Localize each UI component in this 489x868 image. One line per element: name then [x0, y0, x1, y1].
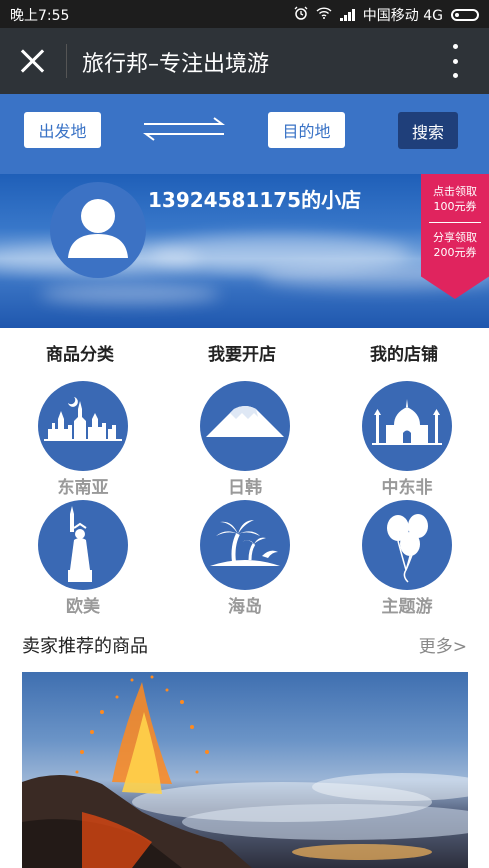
category-europe-america[interactable]: 欧美: [38, 500, 128, 617]
more-menu-button[interactable]: [451, 44, 459, 78]
category-japan-korea[interactable]: 日韩: [200, 381, 290, 498]
taj-mahal-icon: [362, 381, 452, 471]
recommended-product-image[interactable]: [22, 672, 468, 868]
recommended-section-title: 卖家推荐的商品: [22, 636, 148, 657]
destination-button[interactable]: 目的地: [268, 112, 345, 148]
swap-arrows-icon[interactable]: [142, 114, 226, 144]
shop-name: 13924581175的小店: [148, 188, 362, 212]
carrier-label: 中国移动 4G: [362, 8, 443, 24]
tab-open-shop[interactable]: 我要开店: [208, 340, 276, 365]
category-islands[interactable]: 海岛: [200, 500, 290, 617]
shop-tabs: 商品分类 我要开店 我的店铺: [0, 340, 489, 370]
alarm-icon: [294, 6, 308, 24]
category-label: 欧美: [66, 597, 100, 617]
coupon1-line1: 点击领取: [433, 185, 477, 198]
category-label: 东南亚: [57, 478, 109, 498]
mount-fuji-icon: [200, 381, 290, 471]
title-separator: [66, 44, 67, 78]
balloons-icon: [362, 500, 452, 590]
coupon-divider: [429, 222, 481, 223]
search-bar: 出发地 目的地 搜索: [0, 94, 489, 174]
tab-my-shop[interactable]: 我的店铺: [370, 340, 438, 365]
page-title: 旅行邦–专注出境游: [82, 52, 270, 77]
coupon-ribbon[interactable]: 点击领取 100元券 分享领取 200元券: [421, 174, 489, 299]
battery-icon: [451, 9, 479, 21]
search-button[interactable]: 搜索: [398, 112, 458, 149]
status-time: 晚上7:55: [10, 8, 70, 24]
status-bar: 晚上7:55 中国移动 4G: [0, 0, 489, 28]
departure-button[interactable]: 出发地: [24, 112, 101, 148]
category-middle-east-africa[interactable]: 中东非: [362, 381, 452, 498]
category-southeast-asia[interactable]: 东南亚: [38, 381, 128, 498]
shop-avatar[interactable]: [50, 182, 146, 278]
category-label: 主题游: [381, 597, 433, 617]
southeast-asia-temple-icon: [38, 381, 128, 471]
statue-of-liberty-icon: [38, 500, 128, 590]
status-icons: 中国移动 4G: [294, 5, 479, 25]
coupon2-line2: 200元券: [433, 246, 477, 259]
category-label: 日韩: [228, 478, 262, 498]
coupon1-line2: 100元券: [433, 200, 477, 213]
wifi-icon: [316, 7, 332, 23]
category-label: 海岛: [228, 597, 262, 617]
category-label: 中东非: [381, 478, 433, 498]
signal-icon: [339, 9, 355, 21]
title-bar: 旅行邦–专注出境游: [0, 28, 489, 94]
coupon2-line1: 分享领取: [433, 231, 477, 244]
close-button[interactable]: [18, 46, 48, 76]
user-icon: [68, 199, 128, 258]
palm-island-icon: [200, 500, 290, 590]
category-theme-tours[interactable]: 主题游: [362, 500, 452, 617]
more-link[interactable]: 更多>: [419, 632, 467, 657]
tab-product-categories[interactable]: 商品分类: [46, 340, 114, 365]
